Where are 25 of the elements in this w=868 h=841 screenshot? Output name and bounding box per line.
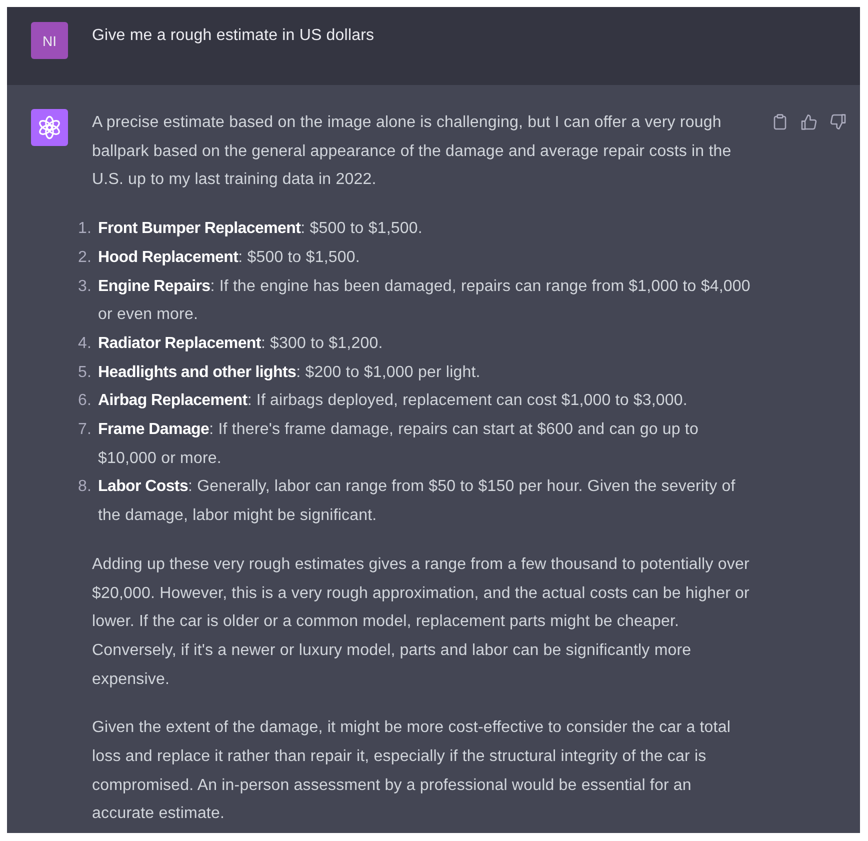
list-item-text: Frame Damage: If there's frame damage, repairs can start at $600 and can go up to $10,000 or more. (98, 420, 700, 469)
clipboard-icon[interactable] (772, 114, 788, 130)
list-item-text: Headlights and other lights: $200 to $1,000 per light. (98, 362, 482, 383)
list-number: 5. (78, 362, 93, 383)
message-text: Give me a rough estimate in US dollars (92, 26, 374, 46)
list-item-text: Hood Replacement: $500 to $1,500. (98, 248, 361, 268)
list-number: 7. (78, 420, 93, 440)
list-item-text: Radiator Replacement: $300 to $1,200. (98, 334, 384, 354)
list-item-text: Airbag Replacement: If airbags deployed, replacement can cost $1,000 to $3,000. (98, 391, 688, 412)
thumbs-up-icon[interactable] (801, 114, 817, 130)
list-item-text: Labor Costs: Generally, labor can range from $50 to $150 per hour. Given the severity of the damage, labor might be significant. (98, 477, 736, 526)
list-number: 4. (78, 334, 93, 354)
list-number: 1. (78, 219, 93, 240)
flower-logo-icon (31, 109, 68, 146)
message-paragraph: Adding up these very rough estimates gives a range from a few thousand to potentially over $20,000. However, this is a very rough approximation, and the actual costs can be higher or lower. If the car is older or a common model, replacement parts might be cheaper. Conversely, if it's a newer or luxury model, parts and labor can be significantly more expensive. (92, 554, 750, 690)
message-paragraph: Given the extent of the damage, it might be more cost-effective to consider the car a total loss and replace it rather than repair it, especially if the structural integrity of the car is compromised. An in-person assessment by a professional would be essential for an accurate estimate. (92, 718, 732, 824)
list-item-text: Front Bumper Replacement: $500 to $1,500. (98, 219, 424, 240)
list-item-text: Engine Repairs: If the engine has been damaged, repairs can range from $1,000 to $4,000 or even more. (98, 276, 752, 326)
list-number: 2. (78, 248, 93, 268)
list-number: 3. (78, 276, 93, 297)
list-number: 8. (78, 477, 93, 498)
list-number: 6. (78, 391, 93, 412)
user-avatar: NI (31, 22, 68, 59)
message-paragraph: A precise estimate based on the image alone is challenging, but I can offer a very rough ballpark based on the general appearance of the damage and average repair costs in the U.S. up to my last training data in 2022. (92, 113, 732, 190)
thumbs-down-icon[interactable] (830, 114, 846, 130)
